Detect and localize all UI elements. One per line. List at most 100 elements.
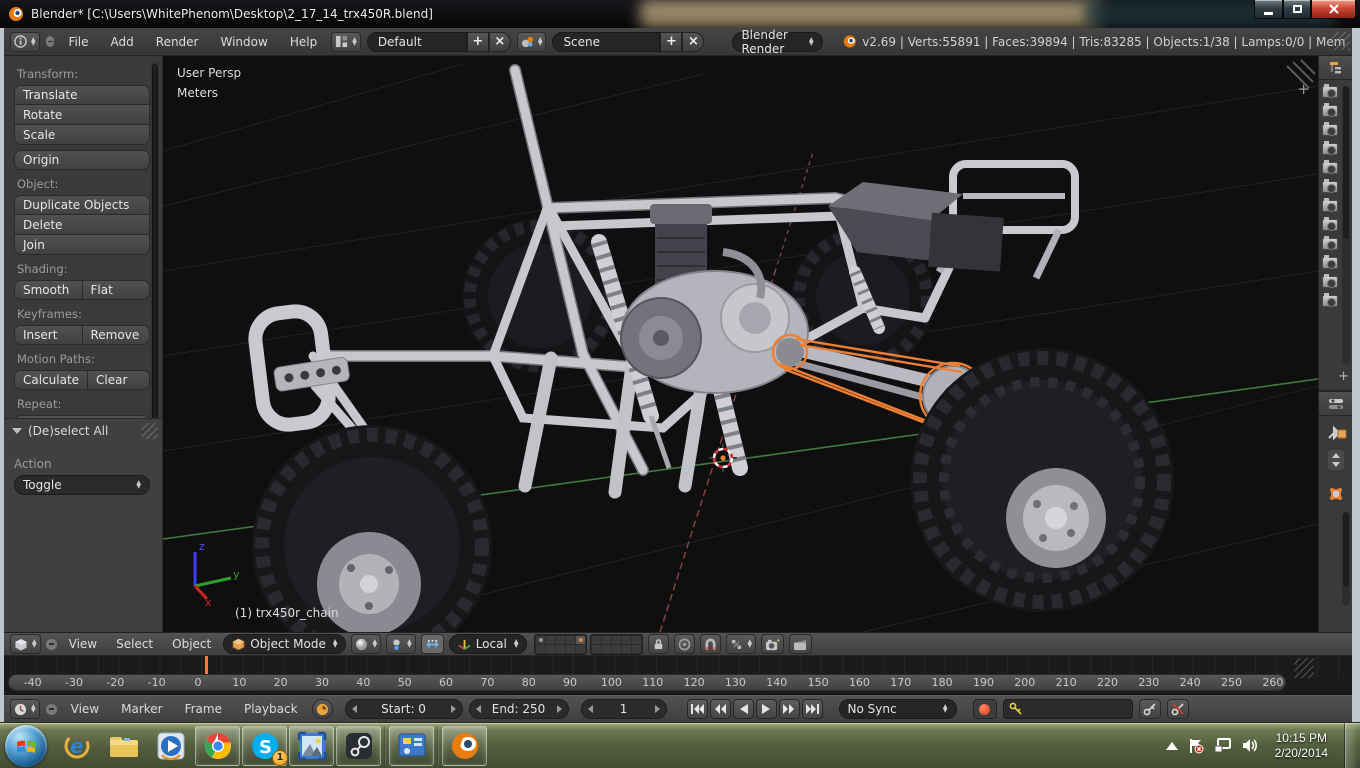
tray-hidden-icons-button[interactable]: [1166, 742, 1178, 750]
vp-menu-object[interactable]: Object: [165, 637, 218, 651]
layer-cell[interactable]: [566, 636, 575, 644]
taskbar-media-player[interactable]: [148, 726, 193, 766]
use-preview-range-toggle[interactable]: [312, 699, 333, 719]
volume-icon[interactable]: [1242, 738, 1259, 753]
snap-element-dropdown[interactable]: ▲▼: [726, 634, 756, 654]
screen-layout-browse-button[interactable]: ▲▼: [331, 32, 361, 52]
taskbar-internet-explorer[interactable]: e: [54, 726, 99, 766]
taskbar-clock[interactable]: 10:15 PM 2/20/2014: [1269, 731, 1334, 761]
menu-window[interactable]: Window: [213, 35, 276, 49]
viewport-3d[interactable]: User Persp Meters (1) trx450r_chain z y …: [163, 56, 1318, 632]
restrict-render-camera-icon[interactable]: [1322, 86, 1338, 98]
pin-context-icon[interactable]: [1325, 424, 1347, 442]
collapse-menus-icon[interactable]: [46, 36, 55, 47]
scene-name[interactable]: Scene: [552, 32, 660, 52]
layers-widget[interactable]: [534, 634, 643, 655]
outliner-editor[interactable]: +: [1319, 56, 1352, 392]
taskbar-chrome[interactable]: [195, 726, 240, 766]
start-button[interactable]: [5, 725, 47, 767]
editor-type-timeline-button[interactable]: ▲▼: [10, 699, 40, 719]
taskbar-system-tool[interactable]: [389, 726, 434, 766]
tool-button-join[interactable]: Join: [14, 235, 150, 255]
restrict-render-camera-icon[interactable]: [1322, 200, 1338, 212]
layer-cell[interactable]: [632, 645, 641, 653]
mode-dropdown[interactable]: Object Mode▲▼: [223, 634, 346, 654]
tl-menu-frame[interactable]: Frame: [177, 702, 230, 716]
delete-scene-button[interactable]: ×: [682, 32, 704, 52]
panel-resize-grip[interactable]: [142, 423, 158, 439]
layer-cell[interactable]: [622, 636, 631, 644]
header-resize-grip[interactable]: [1332, 32, 1350, 50]
proportional-edit-toggle[interactable]: [674, 634, 695, 654]
tool-button-remove[interactable]: Remove: [83, 325, 151, 345]
timeline-editor[interactable]: -40-30-20-100102030405060708090100110120…: [4, 656, 1352, 695]
timeline-resize-grip[interactable]: [1294, 658, 1314, 678]
insert-keyframe-button[interactable]: [1139, 699, 1161, 719]
layer-cell[interactable]: [576, 645, 585, 653]
editor-type-3dview-button[interactable]: ▲▼: [10, 634, 41, 654]
tool-button-duplicate-objects[interactable]: Duplicate Objects: [14, 195, 150, 215]
action-dropdown[interactable]: Toggle▲▼: [14, 475, 150, 495]
timeline-ruler[interactable]: -40-30-20-100102030405060708090100110120…: [8, 674, 1286, 691]
layer-cell[interactable]: [536, 636, 545, 644]
tool-button-delete[interactable]: Delete: [14, 215, 150, 235]
outliner-header[interactable]: [1319, 56, 1352, 80]
region-expand-plus[interactable]: +: [1297, 80, 1310, 98]
menu-file[interactable]: File: [60, 35, 96, 49]
show-desktop-button[interactable]: [1344, 723, 1356, 768]
restrict-render-camera-icon[interactable]: [1322, 105, 1338, 117]
restrict-render-camera-icon[interactable]: [1322, 143, 1338, 155]
properties-scrollbar[interactable]: [1342, 512, 1350, 606]
tool-button-translate[interactable]: Translate: [14, 85, 150, 105]
taskbar-windows-explorer[interactable]: [101, 726, 146, 766]
action-center-flag-icon[interactable]: [1188, 738, 1204, 754]
operator-panel-header[interactable]: (De)select All: [4, 419, 162, 443]
render-opengl-button[interactable]: [761, 634, 784, 654]
tool-button-flat[interactable]: Flat: [83, 280, 151, 300]
jump-prev-keyframe-button[interactable]: [710, 699, 731, 719]
properties-editor[interactable]: [1319, 392, 1352, 632]
menu-render[interactable]: Render: [148, 35, 207, 49]
tool-button-origin[interactable]: Origin: [14, 150, 150, 170]
layer-cell[interactable]: [602, 636, 611, 644]
layer-cell[interactable]: [612, 636, 621, 644]
restrict-render-camera-icon[interactable]: [1322, 238, 1338, 250]
auto-keyframe-record-button[interactable]: [973, 699, 997, 719]
taskbar-photo-viewer[interactable]: [289, 726, 334, 766]
layer-cell[interactable]: [602, 645, 611, 653]
viewport-shading-dropdown[interactable]: ▲▼: [351, 634, 381, 654]
outliner-scrollbar[interactable]: [1342, 86, 1350, 364]
outliner-expand-plus[interactable]: +: [1338, 369, 1349, 384]
render-engine-dropdown[interactable]: Blender Render▲▼: [732, 32, 822, 52]
layer-cell[interactable]: [632, 636, 641, 644]
layer-cell[interactable]: [556, 636, 565, 644]
context-cycle-arrows[interactable]: [1328, 450, 1344, 470]
play-button[interactable]: [756, 699, 777, 719]
minimize-button[interactable]: [1254, 0, 1283, 19]
layer-cell[interactable]: [546, 636, 555, 644]
tool-shelf-scrollbar[interactable]: [151, 62, 159, 470]
vp-menu-view[interactable]: View: [62, 637, 104, 651]
play-reverse-button[interactable]: [733, 699, 754, 719]
tool-button-smooth[interactable]: Smooth: [14, 280, 83, 300]
sync-dropdown[interactable]: No Sync▲▼: [839, 699, 957, 719]
restrict-render-camera-icon[interactable]: [1322, 276, 1338, 288]
layer-cell[interactable]: [536, 645, 545, 653]
taskbar-skype[interactable]: S 1: [242, 726, 287, 766]
orientation-dropdown[interactable]: Local▲▼: [449, 634, 528, 654]
render-opengl-anim-button[interactable]: [789, 634, 812, 654]
taskbar-steam[interactable]: [336, 726, 381, 766]
tool-button-rotate[interactable]: Rotate: [14, 105, 150, 125]
tl-menu-playback[interactable]: Playback: [236, 702, 306, 716]
properties-header[interactable]: [1319, 392, 1352, 416]
layer-cell[interactable]: [622, 645, 631, 653]
collapse-menus-icon[interactable]: [46, 704, 57, 715]
tool-button-clear[interactable]: Clear: [88, 370, 150, 390]
tool-button-insert[interactable]: Insert: [14, 325, 83, 345]
restrict-render-camera-icon[interactable]: [1322, 181, 1338, 193]
collapse-menus-icon[interactable]: [46, 639, 57, 650]
tool-button-scale[interactable]: Scale: [14, 125, 150, 145]
maximize-button[interactable]: [1283, 0, 1311, 19]
layer-cell[interactable]: [612, 645, 621, 653]
screen-layout-name[interactable]: Default: [367, 32, 467, 52]
